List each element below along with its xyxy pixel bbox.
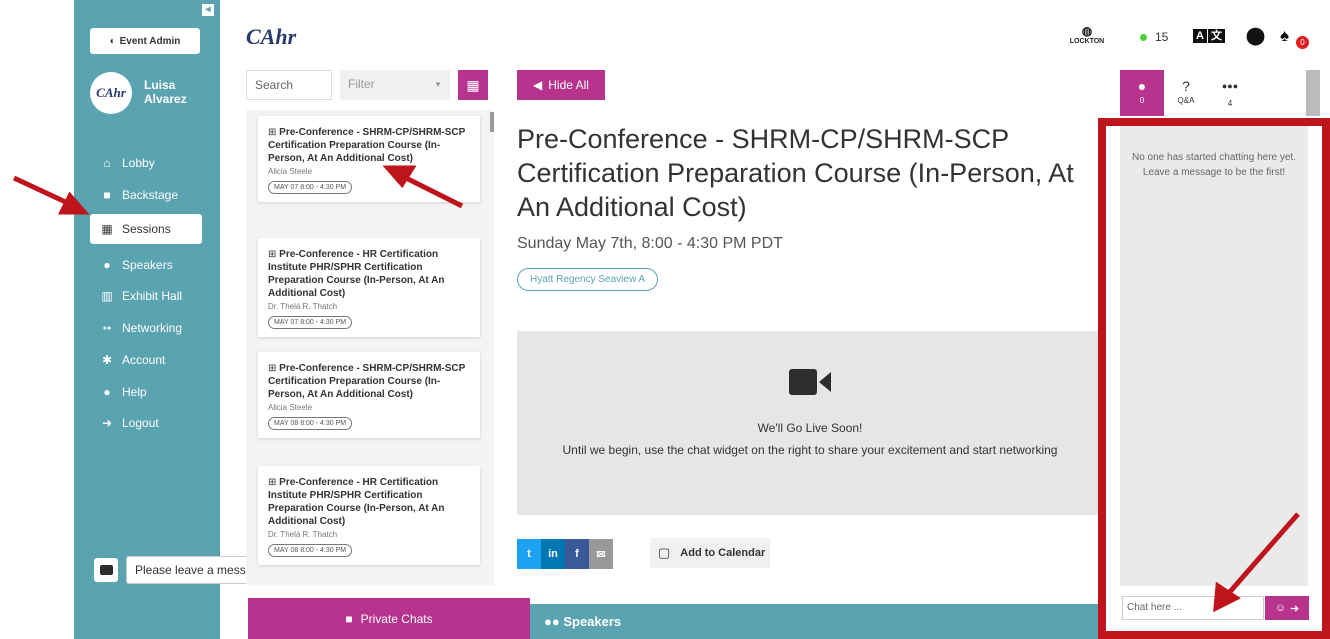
arrow-to-sessions	[12, 175, 74, 208]
arrow-to-chat-input	[1226, 512, 1300, 596]
arrowhead	[57, 191, 90, 215]
arrow-to-session-card	[400, 173, 464, 209]
annotation-arrows	[12, 165, 1300, 613]
